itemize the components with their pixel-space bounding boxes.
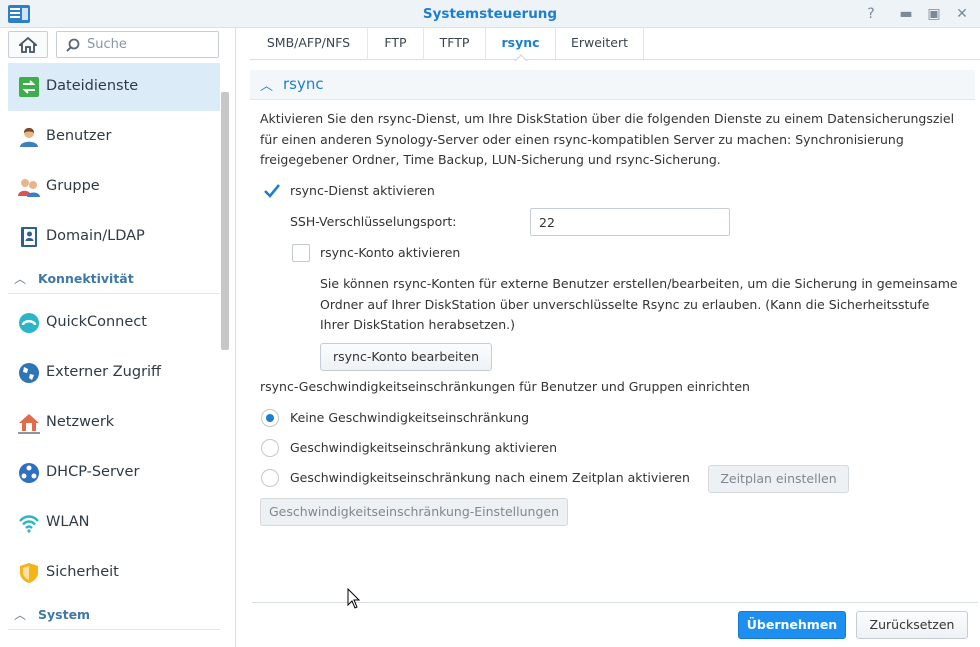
sidebar-item-gruppe[interactable]: Gruppe <box>8 163 220 211</box>
sidebar-item-quickconnect[interactable]: QuickConnect <box>8 299 220 347</box>
user-icon <box>20 128 38 147</box>
edit-rsync-account-button[interactable]: rsync-Konto bearbeiten <box>320 343 492 371</box>
group-icon <box>18 179 40 197</box>
sidebar-item-benutzer[interactable]: Benutzer <box>8 113 220 161</box>
apply-button[interactable]: Übernehmen <box>738 611 846 639</box>
home-button[interactable] <box>8 31 48 58</box>
rsync-panel-header[interactable]: ︿ rsync <box>250 70 975 100</box>
ssh-port-label: SSH-Verschlüsselungsport: <box>290 214 457 229</box>
tab-erweitert[interactable]: Erweitert <box>556 28 644 60</box>
maximize-icon[interactable]: ▣ <box>924 4 944 24</box>
sidebar-item-sicherheit[interactable]: Sicherheit <box>8 549 220 597</box>
search-input[interactable] <box>87 37 212 52</box>
sidebar-item-label: Sicherheit <box>46 564 119 580</box>
window-title: Systemsteuerung <box>422 6 558 22</box>
sidebar-item-label: Gruppe <box>46 178 100 194</box>
close-icon[interactable]: ✕ <box>952 4 972 24</box>
chevron-up-icon: ︿ <box>260 79 274 94</box>
section-system[interactable]: ︿ System <box>8 602 220 630</box>
rsync-account-label: rsync-Konto aktivieren <box>320 245 461 260</box>
sidebar-item-label: WLAN <box>46 514 90 530</box>
sidebar-item-wlan[interactable]: WLAN <box>8 499 220 547</box>
sidebar-item-label: Netzwerk <box>46 414 115 430</box>
sidebar: Dateidienste Benutzer Gruppe Domain/LDAP… <box>0 28 236 647</box>
file-services-icon <box>19 77 39 97</box>
chevron-up-icon: ︿ <box>14 608 27 622</box>
section-label: Konnektivität <box>38 271 134 286</box>
home-icon <box>19 37 37 53</box>
domain-ldap-icon <box>21 227 37 247</box>
radio-no-limit-label: Keine Geschwindigkeitseinschränkung <box>290 410 530 425</box>
rsync-account-description: Sie können rsync-Konten für externe Benu… <box>320 276 958 332</box>
sidebar-item-label: QuickConnect <box>46 314 147 330</box>
sidebar-item-domain-ldap[interactable]: Domain/LDAP <box>8 213 220 261</box>
tab-bar: SMB/AFP/NFS FTP TFTP rsync Erweitert <box>250 28 980 62</box>
checkmark-icon <box>264 184 281 198</box>
schedule-button[interactable]: Zeitplan einstellen <box>708 465 849 493</box>
ssh-port-input[interactable] <box>530 208 730 236</box>
speed-limit-settings-button[interactable]: Geschwindigkeitseinschränkung-Einstellun… <box>260 498 568 526</box>
radio-no-limit[interactable] <box>261 409 279 427</box>
sidebar-item-label: Domain/LDAP <box>46 228 145 244</box>
tab-rsync[interactable]: rsync <box>486 28 556 62</box>
help-icon[interactable]: ? <box>861 4 881 24</box>
radio-enable-limit-label: Geschwindigkeitseinschränkung aktivieren <box>290 440 558 455</box>
sidebar-item-label: Benutzer <box>46 128 112 144</box>
rsync-description: Aktivieren Sie den rsync-Dienst, um Ihre… <box>260 111 955 167</box>
tab-ftp[interactable]: FTP <box>368 28 424 60</box>
sidebar-item-netzwerk[interactable]: Netzwerk <box>8 399 220 447</box>
enable-rsync-checkbox[interactable] <box>262 181 281 199</box>
sidebar-scrollbar[interactable] <box>221 92 229 350</box>
network-home-icon <box>18 414 40 434</box>
chevron-up-icon: ︿ <box>14 272 27 286</box>
section-label: System <box>38 607 91 622</box>
dhcp-server-icon <box>19 463 39 483</box>
section-konnektivitaet[interactable]: ︿ Konnektivität <box>8 266 220 294</box>
search-box[interactable] <box>56 31 219 58</box>
radio-enable-limit[interactable] <box>261 439 279 457</box>
tab-tftp[interactable]: TFTP <box>424 28 486 60</box>
mouse-cursor-icon <box>347 588 361 609</box>
tab-smb-afp-nfs[interactable]: SMB/AFP/NFS <box>250 28 368 60</box>
minimize-icon[interactable]: ▬ <box>896 4 916 24</box>
radio-schedule-limit-label: Geschwindigkeitseinschränkung nach einem… <box>290 470 690 485</box>
sidebar-item-label: Externer Zugriff <box>46 364 162 380</box>
panel-title: rsync <box>283 75 324 93</box>
reset-button[interactable]: Zurücksetzen <box>856 611 968 639</box>
search-icon <box>66 38 80 52</box>
enable-rsync-label: rsync-Dienst aktivieren <box>290 183 435 198</box>
quickconnect-icon <box>19 313 39 333</box>
wifi-icon <box>19 515 39 533</box>
sidebar-item-dateidienste[interactable]: Dateidienste <box>8 63 220 111</box>
shield-icon <box>20 563 38 583</box>
sidebar-item-externer-zugriff[interactable]: Externer Zugriff <box>8 349 220 397</box>
sidebar-item-label: Dateidienste <box>46 78 139 94</box>
globe-icon <box>19 363 39 383</box>
rsync-account-checkbox[interactable] <box>292 244 310 262</box>
title-bar: Systemsteuerung ? ▬ ▣ ✕ <box>0 0 980 28</box>
speed-limit-heading: rsync-Geschwindigkeitseinschränkungen fü… <box>260 379 750 394</box>
radio-schedule-limit[interactable] <box>261 469 279 487</box>
sidebar-item-dhcp-server[interactable]: DHCP-Server <box>8 449 220 497</box>
sidebar-item-label: DHCP-Server <box>46 464 140 480</box>
